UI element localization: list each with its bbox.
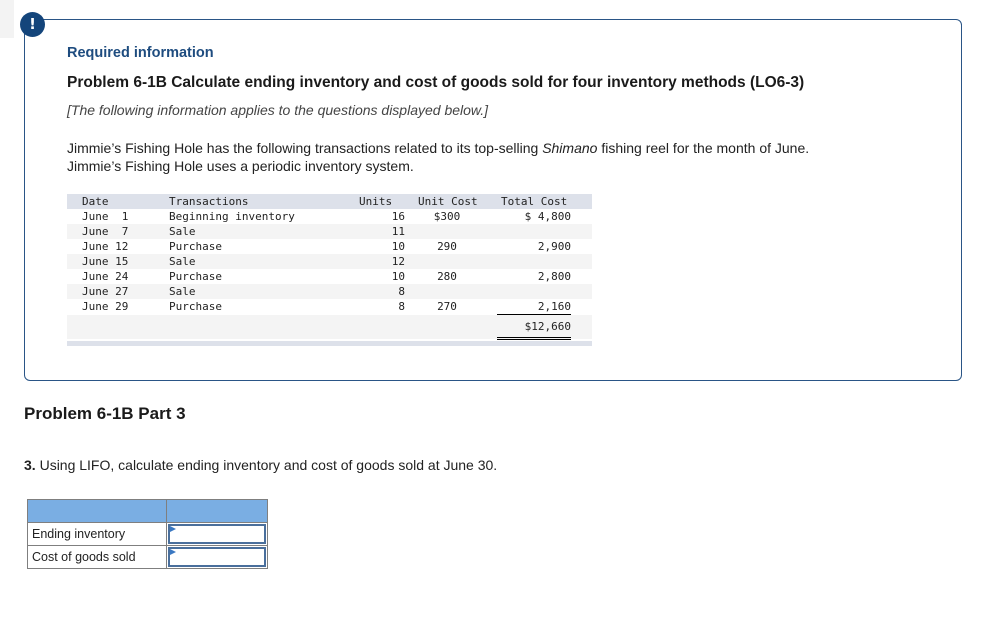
applies-note: [The following information applies to th… — [67, 102, 489, 118]
description-part2: fishing reel for the month of June. — [597, 140, 810, 156]
alert-icon: ! — [20, 12, 45, 37]
table-row: June 7 Sale 11 — [67, 224, 592, 239]
header-units: Units — [359, 195, 393, 208]
cell-date: June 29 — [82, 300, 129, 313]
answer-table-header — [27, 499, 268, 523]
cell-unit-cost: 280 — [437, 270, 457, 283]
question: 3. Using LIFO, calculate ending inventor… — [24, 457, 497, 473]
cost-of-goods-sold-input[interactable] — [168, 547, 266, 567]
ending-inventory-label: Ending inventory — [27, 522, 167, 546]
header-date: Date — [82, 195, 109, 208]
cell-transaction: Beginning inventory — [169, 210, 295, 223]
cell-units: 12 — [391, 255, 405, 268]
table-header-row: Date Transactions Units Unit Cost Total … — [67, 194, 592, 209]
cell-unit-cost: 290 — [437, 240, 457, 253]
cell-date: June 7 — [82, 225, 129, 238]
table-row: June 12 Purchase 10 290 2,900 — [67, 239, 592, 254]
ending-inventory-input[interactable] — [168, 524, 266, 544]
table-row: June 29 Purchase 8 270 2,160 — [67, 299, 592, 315]
cell-date: June 12 — [82, 240, 129, 253]
cell-date: June 15 — [82, 255, 129, 268]
answer-header-cell — [27, 499, 167, 523]
table-footer-bar — [67, 341, 592, 346]
cell-units: 10 — [391, 240, 405, 253]
question-text: Using LIFO, calculate ending inventory a… — [35, 457, 498, 473]
cell-transaction: Sale — [169, 225, 196, 238]
cell-total-cost: $ 4,800 — [524, 210, 571, 223]
required-information-label: Required information — [67, 45, 214, 61]
grand-total: $12,660 — [497, 317, 571, 340]
cell-total-cost: 2,160 — [497, 299, 571, 315]
cell-transaction: Sale — [169, 285, 196, 298]
description-part1: Jimmie’s Fishing Hole has the following … — [67, 140, 543, 156]
answer-row-cogs: Cost of goods sold — [27, 545, 268, 569]
table-row: June 1 Beginning inventory 16 $300 $ 4,8… — [67, 209, 592, 224]
problem-title: Problem 6-1B Calculate ending inventory … — [67, 74, 805, 91]
grand-total-row: $12,660 — [67, 315, 592, 340]
table-row: June 24 Purchase 10 280 2,800 — [67, 269, 592, 284]
cell-date: June 27 — [82, 285, 129, 298]
header-total-cost: Total Cost — [501, 195, 568, 208]
cell-date: June 24 — [82, 270, 129, 283]
cost-of-goods-sold-cell — [166, 545, 268, 569]
brand-name: Shimano — [542, 140, 598, 156]
question-number: 3. — [24, 457, 36, 473]
answer-header-cell — [166, 499, 268, 523]
cell-total-cost: 2,900 — [537, 240, 571, 253]
cell-units: 10 — [391, 270, 405, 283]
answer-table: Ending inventory Cost of goods sold — [27, 499, 268, 569]
cell-transaction: Sale — [169, 255, 196, 268]
cell-transaction: Purchase — [169, 300, 222, 313]
cell-total-cost: 2,800 — [537, 270, 571, 283]
cell-unit-cost: 270 — [437, 300, 457, 313]
problem-description: Jimmie’s Fishing Hole has the following … — [67, 139, 927, 175]
left-edge-panel — [0, 0, 14, 38]
cell-unit-cost: $300 — [433, 210, 461, 223]
answer-row-ending-inventory: Ending inventory — [27, 522, 268, 546]
cell-units: 8 — [398, 285, 405, 298]
cell-units: 16 — [391, 210, 405, 223]
description-line2: Jimmie’s Fishing Hole uses a periodic in… — [67, 158, 414, 174]
header-unit-cost: Unit Cost — [418, 195, 478, 208]
cell-date: June 1 — [82, 210, 129, 223]
cell-units: 8 — [398, 300, 405, 313]
cell-transaction: Purchase — [169, 240, 222, 253]
ending-inventory-cell — [166, 522, 268, 546]
table-row: June 27 Sale 8 — [67, 284, 592, 299]
header-transactions: Transactions — [169, 195, 249, 208]
table-row: June 15 Sale 12 — [67, 254, 592, 269]
transactions-table: Date Transactions Units Unit Cost Total … — [67, 194, 592, 346]
part-title: Problem 6-1B Part 3 — [24, 404, 186, 423]
cost-of-goods-sold-label: Cost of goods sold — [27, 545, 167, 569]
cell-transaction: Purchase — [169, 270, 222, 283]
cell-units: 11 — [391, 225, 405, 238]
